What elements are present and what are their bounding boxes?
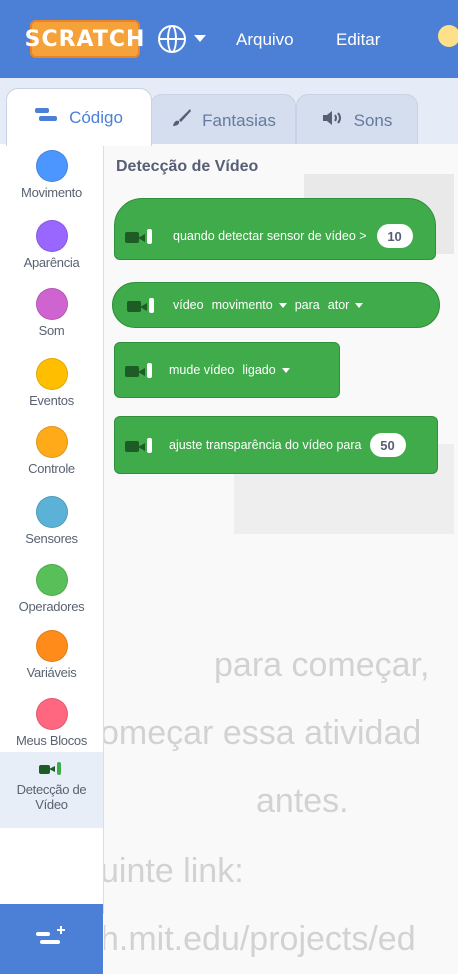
category-label: Operadores — [18, 599, 85, 614]
category-menu: Movimento Aparência Som Eventos Controle… — [0, 144, 104, 914]
video-camera-icon — [127, 298, 154, 313]
background-text: antes. — [256, 782, 349, 820]
brush-icon — [170, 108, 192, 133]
category-sensing[interactable]: Sensores — [0, 496, 103, 546]
file-menu[interactable]: Arquivo — [236, 30, 294, 50]
block-text: mude vídeo — [169, 363, 235, 377]
add-extension-icon — [36, 926, 65, 944]
category-label: Eventos — [29, 393, 74, 408]
chevron-down-icon — [278, 302, 287, 308]
category-label: Meus Blocos — [15, 733, 88, 748]
background-text: para começar, — [214, 646, 430, 684]
category-operators[interactable]: Operadores — [0, 564, 103, 614]
category-dot-icon — [35, 630, 68, 662]
category-label: Som — [38, 323, 65, 338]
category-label: Aparência — [23, 255, 80, 270]
category-variables[interactable]: Variáveis — [0, 630, 103, 680]
category-dot-icon — [35, 150, 68, 182]
background-text: omeçar essa atividad — [104, 714, 422, 752]
tab-code[interactable]: Código — [6, 88, 152, 146]
set-transparency-block[interactable]: ajuste transparência do vídeo para 50 — [114, 416, 438, 474]
category-label: Sensores — [25, 531, 78, 546]
speaker-icon — [322, 110, 344, 131]
video-state-dropdown[interactable]: ligado — [242, 363, 290, 377]
category-dot-icon — [35, 698, 68, 730]
category-my-blocks[interactable]: Meus Blocos — [0, 698, 103, 748]
block-text: para — [294, 298, 320, 312]
globe-icon[interactable] — [158, 25, 186, 53]
video-camera-icon — [125, 363, 152, 378]
tab-code-label: Código — [69, 107, 123, 127]
block-text: vídeo — [173, 298, 204, 312]
code-icon — [35, 107, 59, 128]
palette-title: Detecção de Vídeo — [116, 158, 259, 175]
category-label: Variáveis — [26, 665, 77, 680]
target-value: ator — [327, 298, 350, 312]
edit-menu[interactable]: Editar — [336, 30, 380, 50]
target-dropdown[interactable]: ator — [328, 298, 364, 312]
block-text: ajuste transparência do vídeo para — [169, 438, 362, 452]
category-label: Controle — [28, 461, 75, 476]
chevron-down-icon[interactable] — [194, 35, 206, 42]
category-dot-icon — [35, 358, 68, 390]
tab-sounds[interactable]: Sons — [296, 94, 418, 146]
video-state-value: ligado — [242, 363, 276, 377]
background-text: h.mit.edu/projects/ed — [104, 920, 416, 958]
video-camera-icon — [125, 229, 152, 244]
category-dot-icon — [35, 564, 68, 596]
category-dot-icon — [35, 220, 68, 252]
category-looks[interactable]: Aparência — [0, 220, 103, 270]
category-video-sensing[interactable]: Detecção de Vídeo — [0, 752, 103, 828]
category-dot-icon — [35, 426, 68, 458]
background-text: uinte link: — [104, 852, 244, 890]
category-label: Detecção de Vídeo — [16, 782, 87, 812]
when-video-motion-block[interactable]: quando detectar sensor de vídeo > 10 — [114, 198, 436, 260]
motion-threshold-input[interactable]: 10 — [376, 224, 413, 248]
video-camera-icon — [125, 438, 152, 453]
tab-costumes[interactable]: Fantasias — [150, 94, 296, 146]
attribute-value: movimento — [211, 298, 273, 312]
video-sensing-icon — [37, 762, 67, 778]
category-events[interactable]: Eventos — [0, 358, 103, 408]
tab-costumes-label: Fantasias — [202, 110, 276, 130]
tab-sounds-label: Sons — [353, 110, 393, 130]
menu-bar: SCRATCH Arquivo Editar — [0, 0, 458, 78]
workspace[interactable]: para começar, omeçar essa atividad antes… — [104, 144, 458, 974]
attribute-dropdown[interactable]: movimento — [212, 298, 287, 312]
category-label: Movimento — [21, 185, 82, 200]
turn-video-block[interactable]: mude vídeo ligado — [114, 342, 340, 398]
block-text: quando detectar sensor de vídeo > — [173, 229, 367, 243]
lightbulb-icon[interactable] — [438, 25, 458, 47]
category-dot-icon — [35, 288, 68, 320]
scratch-logo[interactable]: SCRATCH — [25, 20, 144, 58]
category-sound[interactable]: Som — [0, 288, 103, 338]
category-motion[interactable]: Movimento — [0, 150, 103, 200]
chevron-down-icon — [355, 302, 364, 308]
transparency-input[interactable]: 50 — [369, 433, 406, 457]
category-dot-icon — [35, 496, 68, 528]
category-control[interactable]: Controle — [0, 426, 103, 476]
video-reporter-block[interactable]: vídeo movimento para ator — [112, 282, 440, 328]
chevron-down-icon — [281, 367, 290, 373]
add-extension-button[interactable] — [0, 904, 103, 974]
